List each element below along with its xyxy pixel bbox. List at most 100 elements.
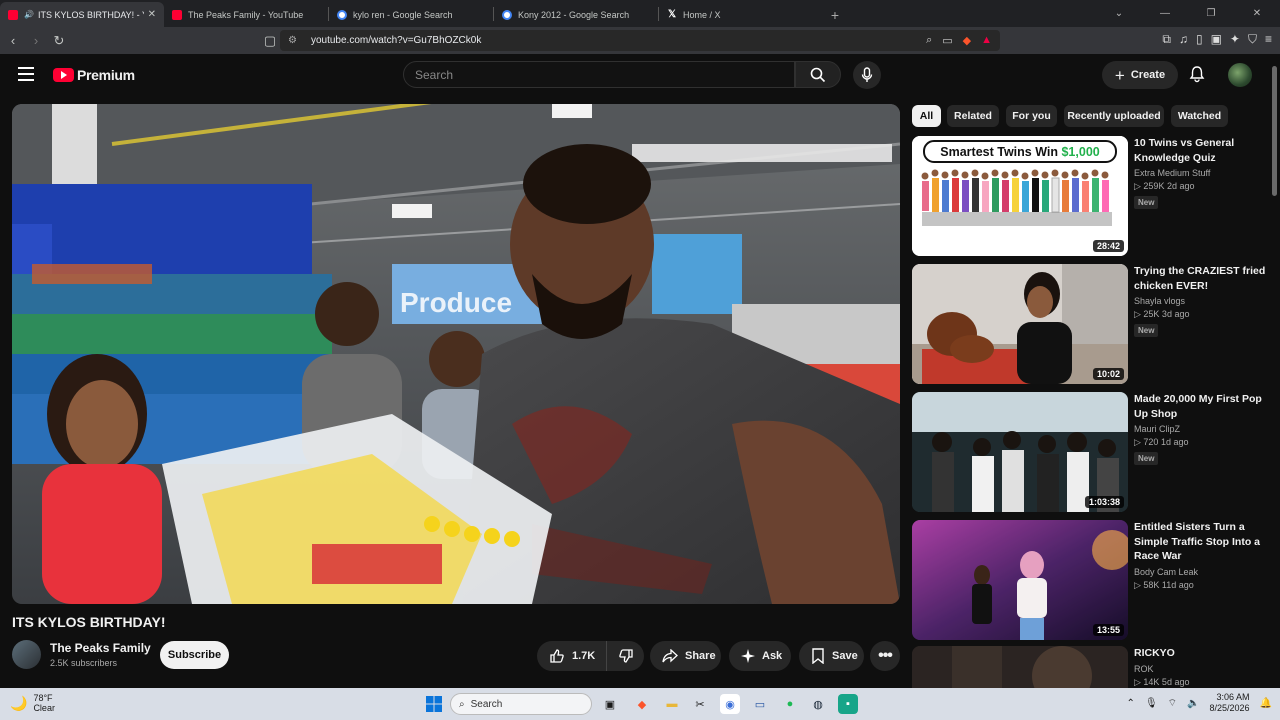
zoom-icon[interactable]: ⌕: [926, 34, 932, 47]
recommendation-channel[interactable]: Body Cam Leak: [1134, 567, 1266, 577]
spotify-icon[interactable]: ●: [780, 694, 800, 714]
menu-icon[interactable]: [18, 67, 34, 81]
youtube-icon: [172, 9, 182, 20]
minimize-icon[interactable]: —: [1142, 8, 1188, 19]
channel-name[interactable]: The Peaks Family: [50, 641, 151, 655]
chip-all[interactable]: All: [912, 105, 941, 127]
recommendation-title[interactable]: Entitled Sisters Turn a Simple Traffic S…: [1134, 520, 1266, 564]
video-duration: 10:02: [1092, 368, 1124, 380]
sidebar-icon[interactable]: ▯: [1196, 32, 1203, 47]
site-info-icon[interactable]: ⚙: [288, 35, 297, 46]
brave-rewards-icon[interactable]: ▲: [981, 34, 992, 47]
media-icon[interactable]: ♫: [1179, 32, 1188, 47]
tab-its-kylos-birthday[interactable]: 🔊 ITS KYLOS BIRTHDAY! - YouTu ✕: [0, 2, 164, 27]
scrollbar-thumb[interactable]: [1272, 66, 1277, 196]
moon-icon: 🌙: [10, 694, 28, 711]
file-explorer-icon[interactable]: ▬: [662, 694, 682, 714]
channel-avatar[interactable]: [12, 640, 41, 669]
wallet-icon[interactable]: ▣: [1211, 32, 1222, 47]
monitor-app-icon[interactable]: ▭: [750, 694, 770, 714]
ask-button[interactable]: Ask: [729, 641, 791, 671]
share-button[interactable]: Share: [650, 641, 721, 671]
tab-home-x[interactable]: 𝕏 Home / X: [659, 2, 823, 27]
recommendation-channel[interactable]: Shayla vlogs: [1134, 296, 1266, 306]
video-thumbnail[interactable]: [912, 646, 1128, 688]
youtube-play-icon: [53, 68, 74, 82]
taskbar-search[interactable]: ⌕ Search: [450, 693, 592, 715]
chip-recently-uploaded[interactable]: Recently uploaded: [1064, 105, 1164, 127]
recommendation-item[interactable]: 1:03:38 Made 20,000 My First Pop Up Shop…: [912, 392, 1268, 512]
like-button[interactable]: 1.7K: [537, 641, 607, 671]
vpn-icon[interactable]: ✦: [1230, 32, 1240, 47]
restore-icon[interactable]: ❐: [1188, 8, 1234, 19]
recommendation-channel[interactable]: ROK: [1134, 664, 1266, 674]
save-button[interactable]: Save: [799, 641, 864, 671]
recommendation-meta: ▷ 25K 3d ago: [1134, 309, 1190, 319]
video-thumbnail[interactable]: 10:02: [912, 264, 1128, 384]
youtube-logo[interactable]: Premium: [53, 67, 135, 83]
brave-browser-icon[interactable]: ◆: [632, 694, 652, 714]
dislike-button[interactable]: [607, 648, 644, 664]
extensions-icon[interactable]: ⧉: [1162, 32, 1171, 47]
weather-widget[interactable]: 🌙 78°F Clear: [10, 693, 55, 713]
brave-shield-icon[interactable]: ◆: [963, 34, 971, 47]
recommendation-title[interactable]: Made 20,000 My First Pop Up Shop: [1134, 392, 1266, 421]
voice-search-button[interactable]: [853, 61, 881, 89]
browser-tabstrip: 🔊 ITS KYLOS BIRTHDAY! - YouTu ✕ The Peak…: [0, 0, 1280, 27]
search-input[interactable]: Search: [403, 61, 795, 88]
chip-watched[interactable]: Watched: [1171, 105, 1228, 127]
task-view-icon[interactable]: ▣: [600, 694, 620, 714]
terminal-app-icon[interactable]: ▪: [838, 694, 858, 714]
chevron-down-icon[interactable]: ⌄: [1096, 8, 1142, 19]
recommendation-item[interactable]: RICKYO ROK ▷ 14K 5d ago: [912, 646, 1268, 688]
close-window-icon[interactable]: ✕: [1234, 8, 1280, 19]
tab-kylo-ren-search[interactable]: kylo ren - Google Search: [329, 2, 493, 27]
tab-kony-2012-search[interactable]: Kony 2012 - Google Search: [494, 2, 658, 27]
url-field[interactable]: ⚙ youtube.com/watch?v=Gu7BhOZCk0k ⌕ ▭ ◆ …: [280, 30, 1000, 51]
more-actions-button[interactable]: •••: [870, 641, 900, 671]
recommendation-channel[interactable]: Mauri ClipZ: [1134, 424, 1266, 434]
system-clock[interactable]: 3:06 AM 8/25/2026: [1210, 692, 1250, 714]
recommendation-channel[interactable]: Extra Medium Stuff: [1134, 168, 1266, 178]
recommendation-item[interactable]: Smartest Twins Win $1,000 28:42 10 Twins…: [912, 136, 1268, 256]
subscribe-button[interactable]: Subscribe: [160, 641, 229, 669]
tab-the-peaks-family[interactable]: The Peaks Family - YouTube: [164, 2, 328, 27]
thumbnail-amount: $1,000: [1061, 145, 1100, 159]
address-bar: ‹ › ↻ ▢ ⚙ youtube.com/watch?v=Gu7BhOZCk0…: [0, 27, 1280, 54]
create-button[interactable]: + Create: [1102, 61, 1178, 89]
chevron-up-icon[interactable]: ⌃: [1127, 698, 1135, 709]
recommendation-title[interactable]: RICKYO: [1134, 646, 1266, 661]
recommendation-title[interactable]: 10 Twins vs General Knowledge Quiz: [1134, 136, 1266, 165]
recommendation-item[interactable]: 13:55 Entitled Sisters Turn a Simple Tra…: [912, 520, 1268, 640]
notifications-button[interactable]: [1188, 65, 1206, 88]
search-button[interactable]: [795, 61, 841, 88]
video-player[interactable]: Produce: [12, 104, 900, 604]
reload-icon[interactable]: ↻: [49, 33, 69, 49]
video-thumbnail[interactable]: Smartest Twins Win $1,000 28:42: [912, 136, 1128, 256]
notification-bell-icon[interactable]: 🔔: [1260, 698, 1272, 709]
capcut-icon[interactable]: ✂: [690, 694, 710, 714]
start-icon[interactable]: [424, 694, 444, 714]
recommendation-item[interactable]: 10:02 Trying the CRAZIEST fried chicken …: [912, 264, 1268, 384]
chip-related[interactable]: Related: [947, 105, 999, 127]
video-thumbnail[interactable]: 13:55: [912, 520, 1128, 640]
bookmark-icon[interactable]: ▢: [260, 33, 280, 49]
forward-icon[interactable]: ›: [26, 33, 46, 48]
back-icon[interactable]: ‹: [3, 33, 23, 48]
wifi-icon[interactable]: ⌔: [1168, 697, 1177, 710]
microphone-icon[interactable]: 🎙: [1145, 698, 1158, 709]
account-avatar[interactable]: [1228, 63, 1252, 87]
chip-for-you[interactable]: For you: [1006, 105, 1057, 127]
new-tab-button[interactable]: +: [823, 2, 847, 27]
video-thumbnail[interactable]: 1:03:38: [912, 392, 1128, 512]
speaker-icon[interactable]: 🔊: [24, 10, 34, 19]
steam-icon[interactable]: ◍: [808, 694, 828, 714]
recommendation-title[interactable]: Trying the CRAZIEST fried chicken EVER!: [1134, 264, 1266, 293]
cast-icon[interactable]: ▭: [942, 34, 952, 47]
volume-icon[interactable]: 🔈: [1187, 698, 1199, 709]
close-icon[interactable]: ✕: [148, 9, 156, 20]
shield-icon[interactable]: ⛉: [1248, 32, 1257, 47]
active-app-icon[interactable]: ◉: [720, 694, 740, 714]
page-scrollbar[interactable]: [1271, 56, 1277, 690]
browser-menu-icon[interactable]: ≡: [1265, 32, 1272, 47]
